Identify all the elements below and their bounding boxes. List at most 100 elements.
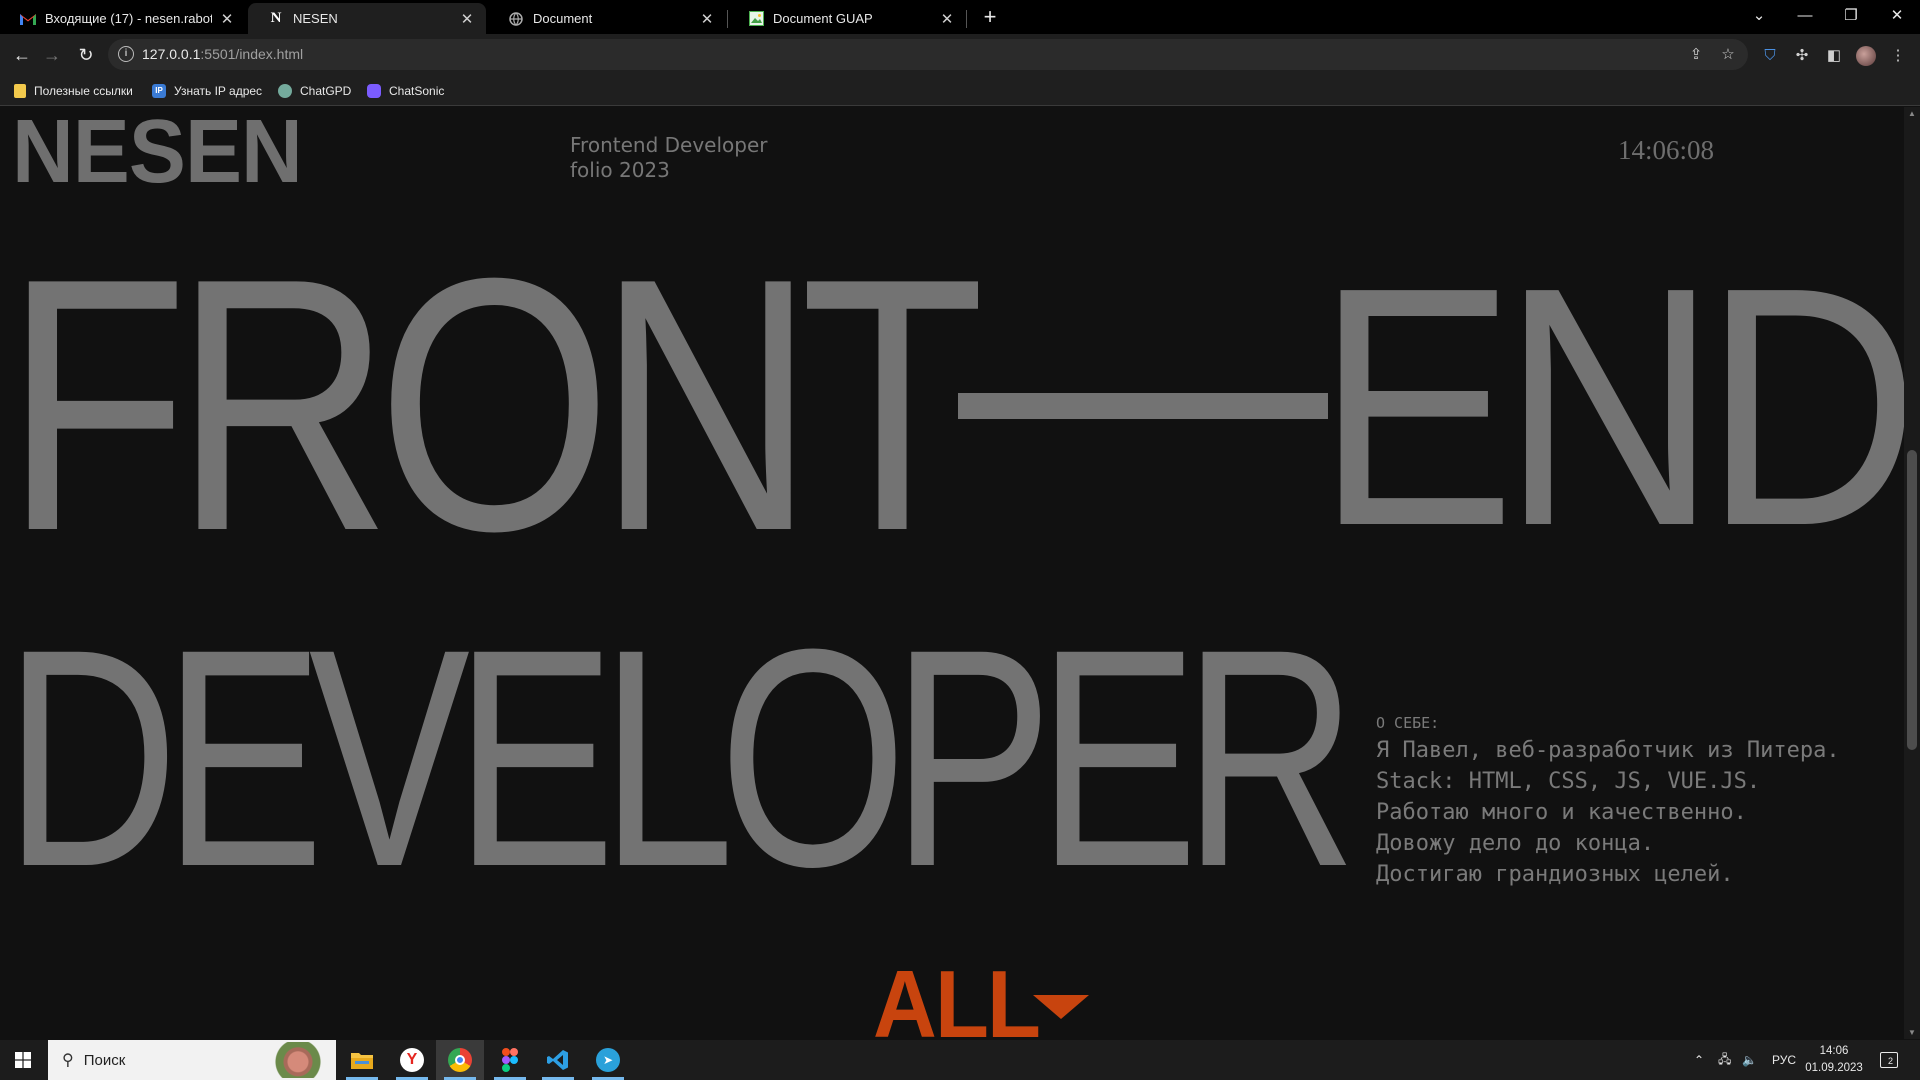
figma-app[interactable] — [486, 1040, 534, 1080]
bookmark-chatsonic[interactable]: ChatSonic — [367, 81, 444, 101]
close-window-button[interactable]: ✕ — [1874, 0, 1920, 30]
side-panel-icon[interactable]: ◧ — [1822, 44, 1846, 68]
notion-n-icon: N — [270, 10, 282, 26]
about-block: О СЕБЕ: Я Павел, веб-разработчик из Пите… — [1376, 713, 1840, 890]
hero-word-developer: DEVELOPER — [4, 584, 1357, 931]
about-label: О СЕБЕ: — [1376, 714, 1440, 732]
tab-nesen[interactable]: N NESEN ✕ — [248, 3, 486, 34]
windows-logo-icon — [15, 1052, 31, 1068]
profile-avatar[interactable] — [1854, 44, 1878, 68]
bookmark-useful-links[interactable]: Полезные ссылки — [14, 81, 133, 101]
address-url: 127.0.0.1:5501/index.html — [142, 46, 303, 62]
taskbar-search[interactable]: ⚲ Поиск — [48, 1040, 336, 1080]
tab-document[interactable]: Document ✕ — [488, 3, 726, 34]
site-info-icon[interactable]: i — [118, 46, 134, 62]
minimize-button[interactable]: — — [1782, 0, 1828, 30]
bookmark-label: Узнать IP адрес — [174, 84, 263, 98]
tab-gmail[interactable]: Входящие (17) - nesen.rabota@g ✕ — [0, 3, 246, 34]
clock-date: 01.09.2023 — [1805, 1062, 1863, 1074]
folder-icon — [351, 1053, 373, 1069]
menu-kebab-icon[interactable]: ⋮ — [1886, 44, 1910, 68]
page-viewport: NESEN Frontend Developer folio 2023 14:0… — [0, 107, 1904, 1039]
forward-button[interactable]: → — [38, 41, 66, 69]
search-icon: ⚲ — [62, 1052, 74, 1069]
close-tab-icon[interactable]: ✕ — [698, 10, 716, 28]
scrollbar-thumb[interactable] — [1907, 450, 1917, 750]
about-line: Достигаю грандиозных целей. — [1376, 862, 1734, 887]
notifications-button[interactable]: 2 — [1880, 1040, 1898, 1080]
close-tab-icon[interactable]: ✕ — [938, 10, 956, 28]
bookmark-chatgpd[interactable]: ChatGPD — [278, 81, 351, 101]
hero-word-end: END — [1316, 217, 1904, 597]
tray-chevron-icon[interactable]: ⌃ — [1694, 1040, 1704, 1080]
browser-toolbar: ← → ↻ i 127.0.0.1:5501/index.html ⇪ ☆ — [0, 34, 1920, 75]
tab-title: NESEN — [293, 11, 338, 26]
scroll-up-arrow-icon[interactable]: ▲ — [1907, 109, 1917, 118]
yandex-icon: Y — [400, 1048, 424, 1072]
shield-extension-icon[interactable]: ⛉ — [1758, 44, 1782, 68]
folio-line: folio 2023 — [570, 158, 670, 182]
url-path: :5501/index.html — [200, 46, 304, 62]
globe-icon — [508, 11, 524, 27]
hero-dash — [958, 393, 1328, 419]
about-line: Stack: HTML, CSS, JS, VUE.JS. — [1376, 769, 1761, 794]
role-line: Frontend Developer — [570, 133, 768, 157]
close-tab-icon[interactable]: ✕ — [458, 10, 476, 28]
tab-strip: Входящие (17) - nesen.rabota@g ✕ N NESEN… — [0, 0, 1920, 34]
role-subtitle: Frontend Developer folio 2023 — [570, 133, 767, 183]
tab-document-guap[interactable]: Document GUAP ✕ — [728, 3, 966, 34]
tab-title: Входящие (17) - nesen.rabota@g — [45, 11, 212, 26]
taskbar-clock[interactable]: 14:06 01.09.2023 — [1802, 1043, 1866, 1077]
bookmarks-bar: Полезные ссылки IP Узнать IP адрес ChatG… — [0, 75, 1920, 106]
folder-icon — [14, 84, 26, 98]
telegram-app[interactable]: ➤ — [584, 1040, 632, 1080]
search-highlight-image — [262, 1042, 334, 1078]
about-line: Я Павел, веб-разработчик из Питера. — [1376, 738, 1840, 763]
clock-time: 14:06 — [1819, 1045, 1849, 1057]
bookmark-star-icon[interactable]: ☆ — [1718, 45, 1738, 65]
vscode-icon — [547, 1050, 568, 1070]
ip-icon: IP — [152, 84, 166, 98]
explorer-app[interactable] — [338, 1040, 386, 1080]
page-scrollbar[interactable]: ▲ ▼ — [1904, 107, 1920, 1039]
notification-count: 2 — [1888, 1056, 1894, 1066]
chrome-icon — [448, 1048, 472, 1072]
search-placeholder: Поиск — [83, 1051, 126, 1069]
live-clock: 14:06:08 — [1618, 135, 1715, 165]
tab-separator — [966, 10, 967, 28]
restore-button[interactable]: ❐ — [1828, 0, 1874, 30]
tab-search-chevron-icon[interactable]: ⌄ — [1736, 0, 1782, 30]
reload-button[interactable]: ↻ — [72, 41, 100, 69]
chrome-app[interactable] — [436, 1040, 484, 1080]
vscode-app[interactable] — [534, 1040, 582, 1080]
about-line: Работаю много и качественно. — [1376, 800, 1747, 825]
input-language[interactable]: РУС — [1772, 1040, 1796, 1080]
new-tab-button[interactable]: + — [978, 6, 1002, 30]
bookmark-ip[interactable]: IP Узнать IP адрес — [152, 81, 262, 101]
tab-title: Document — [533, 11, 593, 26]
site-logo[interactable]: NESEN — [12, 107, 303, 197]
bookmark-label: ChatSonic — [389, 84, 445, 98]
filter-all-button[interactable]: ALL — [873, 957, 1041, 1040]
chatsonic-icon — [367, 84, 381, 98]
telegram-icon: ➤ — [596, 1048, 620, 1072]
filter-dropdown-arrow-icon[interactable] — [1033, 995, 1089, 1019]
hero-word-front: FRONT — [4, 204, 985, 606]
bookmark-label: ChatGPD — [300, 84, 352, 98]
start-button[interactable] — [0, 1040, 46, 1080]
extensions-puzzle-icon[interactable]: ✣ — [1790, 44, 1814, 68]
share-icon[interactable]: ⇪ — [1686, 45, 1706, 65]
url-host: 127.0.0.1 — [142, 46, 201, 62]
network-icon[interactable]: 🖧 — [1718, 1040, 1731, 1080]
close-tab-icon[interactable]: ✕ — [218, 10, 236, 28]
address-bar[interactable]: i 127.0.0.1:5501/index.html ⇪ ☆ — [108, 39, 1748, 70]
windows-taskbar: ⚲ Поиск Y ➤ ⌃ 🖧 🔈 РУС 14:06 01.09.2023 2 — [0, 1040, 1920, 1080]
figma-icon — [502, 1048, 518, 1072]
image-icon — [748, 11, 764, 27]
yandex-browser-app[interactable]: Y — [388, 1040, 436, 1080]
tab-title: Document GUAP — [773, 11, 873, 26]
back-button[interactable]: ← — [8, 41, 36, 69]
scroll-down-arrow-icon[interactable]: ▼ — [1907, 1028, 1917, 1037]
volume-icon[interactable]: 🔈 — [1742, 1040, 1757, 1080]
chatgpt-icon — [278, 84, 292, 98]
